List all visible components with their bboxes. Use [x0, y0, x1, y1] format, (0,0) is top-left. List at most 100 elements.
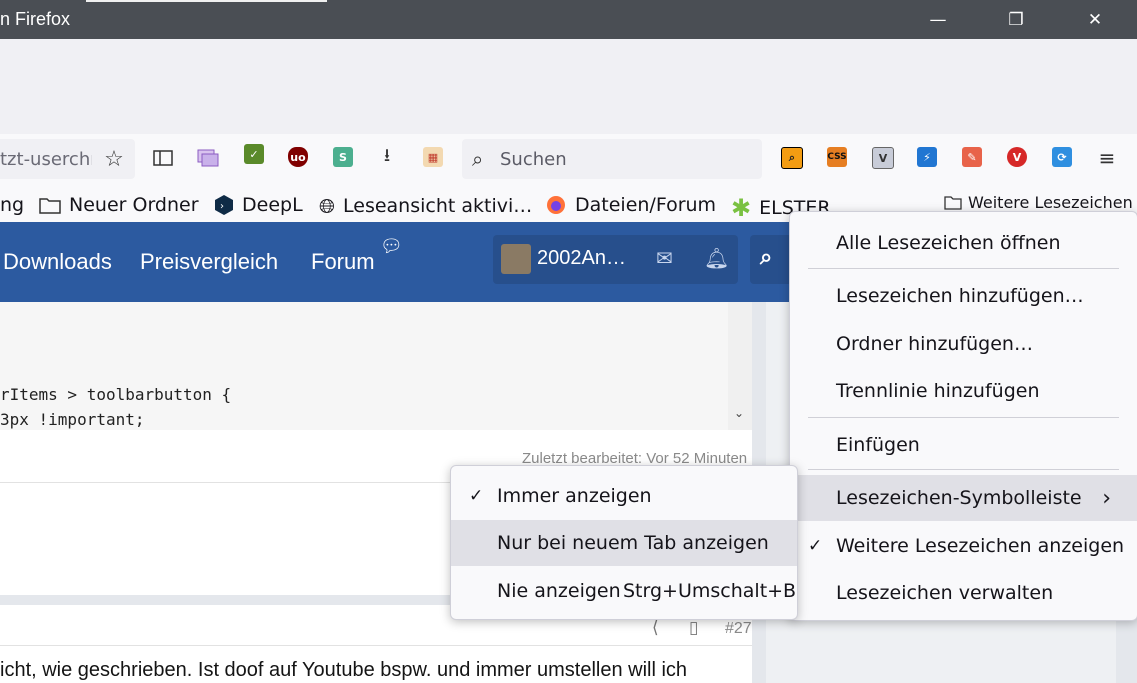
chat-icon: 💬︎: [380, 236, 403, 257]
menu-item-label: Lesezeichen hinzufügen…: [836, 285, 1084, 307]
bookmarks-menu: Alle Lesezeichen öffnen Lesezeichen hinz…: [789, 211, 1137, 621]
bookmark-dateien-forum[interactable]: Dateien/Forum: [545, 194, 716, 216]
menu-item-label: Lesezeichen verwalten: [836, 582, 1054, 604]
minimize-button[interactable]: —: [915, 0, 961, 39]
submenu-item-label: Immer anzeigen: [497, 485, 652, 507]
bookmark-star-icon[interactable]: ☆: [102, 147, 126, 172]
chevron-right-icon: ›: [1102, 485, 1111, 511]
bookmark-label: ng: [0, 194, 25, 216]
submenu-item-new-tab-only[interactable]: Nur bei neuem Tab anzeigen: [451, 520, 797, 566]
search-icon: ⌕: [472, 147, 484, 171]
sidebar-icon[interactable]: [151, 146, 175, 170]
submenu-item-never-show[interactable]: Nie anzeigen Strg+Umschalt+B: [451, 568, 797, 614]
tab-strip: [0, 39, 1137, 134]
submenu-item-label: Nur bei neuem Tab anzeigen: [497, 532, 769, 554]
navigation-toolbar: tzt-userchro ☆ ✓ uo S ⭳ ▦ ⌕ Suchen ⌕ CSS…: [0, 134, 1137, 184]
search-placeholder: Suchen: [500, 149, 567, 170]
active-tab-indicator: [86, 0, 327, 2]
v-extension-icon[interactable]: V: [872, 147, 894, 169]
avatar: [501, 244, 531, 274]
nav-link-forum[interactable]: Forum: [311, 249, 375, 275]
menu-item-label: Alle Lesezeichen öffnen: [836, 232, 1061, 254]
menu-item-add-bookmark[interactable]: Lesezeichen hinzufügen…: [790, 273, 1137, 319]
submenu-item-label: Nie anzeigen: [497, 580, 621, 602]
globe-icon: 🌐︎: [319, 194, 335, 218]
url-bar[interactable]: tzt-userchro ☆: [0, 139, 135, 179]
nav-link-downloads[interactable]: Downloads: [3, 249, 112, 275]
nav-link-preisvergleich[interactable]: Preisvergleich: [140, 249, 278, 275]
zoom-extension-icon[interactable]: ⌕: [781, 147, 803, 169]
menu-item-add-folder[interactable]: Ordner hinzufügen…: [790, 321, 1137, 367]
menu-separator: [808, 417, 1119, 418]
bookmark-label: Neuer Ordner: [69, 194, 199, 216]
divider: [0, 645, 752, 646]
menu-separator: [808, 268, 1119, 269]
s-extension-icon[interactable]: S: [333, 147, 353, 167]
post-number[interactable]: #27: [725, 620, 752, 638]
vivaldi-extension-icon[interactable]: V: [1007, 147, 1027, 167]
ublock-origin-icon[interactable]: uo: [288, 147, 308, 167]
bookmark-label: Leseansicht aktivi…: [343, 195, 533, 217]
search-icon: ⌕: [760, 245, 773, 270]
username: 2002An…: [537, 247, 626, 269]
more-bookmarks-button[interactable]: Weitere Lesezeichen: [944, 193, 1133, 212]
downloads-icon[interactable]: ⭳: [375, 145, 399, 170]
bookmark-label: DeepL: [242, 194, 303, 216]
window-title: n Firefox: [0, 9, 71, 29]
elster-star-icon: ✱: [731, 194, 752, 222]
css-extension-icon[interactable]: CSS: [827, 147, 847, 167]
code-scrollbar[interactable]: ⌄: [728, 302, 752, 430]
title-bar: n Firefox — ❐ ✕: [0, 0, 1137, 39]
bookmark-item[interactable]: ng: [0, 194, 24, 216]
checkmark-extension-icon[interactable]: ✓: [244, 144, 264, 164]
folder-icon: [944, 196, 962, 210]
menu-item-label: Weitere Lesezeichen anzeigen: [836, 535, 1125, 557]
bookmark-folder-neuer-ordner[interactable]: Neuer Ordner: [39, 194, 199, 216]
deepl-icon: ›: [215, 195, 233, 215]
bolt-extension-icon[interactable]: ⚡: [917, 147, 937, 167]
bookmark-label: Dateien/Forum: [575, 194, 717, 216]
url-text: tzt-userchro: [0, 149, 92, 170]
code-line: rItems > toolbarbutton {: [0, 385, 232, 404]
menu-item-label: Lesezeichen-Symbolleiste: [836, 487, 1082, 509]
menu-item-manage-bookmarks[interactable]: Lesezeichen verwalten: [790, 570, 1137, 616]
restore-button[interactable]: ❐: [993, 0, 1039, 39]
shortcut-label: Strg+Umschalt+B: [623, 580, 797, 602]
toolbar-visibility-submenu: ✓ Immer anzeigen Nur bei neuem Tab anzei…: [450, 465, 798, 620]
checkmark-icon: ✓: [469, 486, 484, 506]
menu-item-add-separator[interactable]: Trennlinie hinzufügen: [790, 368, 1137, 414]
submenu-item-always-show[interactable]: ✓ Immer anzeigen: [451, 473, 797, 519]
menu-item-label: Trennlinie hinzufügen: [836, 380, 1040, 402]
bookmark-post-icon[interactable]: ▯: [689, 618, 698, 638]
more-bookmarks-label: Weitere Lesezeichen: [968, 193, 1133, 212]
screenshot-extension-icon[interactable]: ✎: [962, 147, 982, 167]
sync-extension-icon[interactable]: ⟳: [1052, 147, 1072, 167]
close-button[interactable]: ✕: [1072, 0, 1118, 39]
bell-icon[interactable]: 🔔︎: [704, 246, 729, 270]
menu-item-label: Ordner hinzufügen…: [836, 333, 1033, 355]
chevron-down-icon[interactable]: ⌄: [734, 406, 744, 420]
site-navigation: Downloads Preisvergleich Forum 💬︎ 2002An…: [0, 222, 810, 302]
mail-icon[interactable]: ✉: [656, 246, 673, 270]
post-text: icht, wie geschrieben. Ist doof auf Yout…: [0, 659, 688, 681]
user-menu[interactable]: 2002An… ✉ 🔔︎: [493, 235, 738, 284]
menu-item-label: Einfügen: [836, 434, 920, 456]
hamburger-menu-icon[interactable]: ≡: [1095, 146, 1119, 170]
bookmark-deepl[interactable]: › DeepL: [214, 194, 303, 216]
bookmark-leseansicht[interactable]: 🌐︎ Leseansicht aktivi…: [319, 194, 532, 218]
firefox-icon: [547, 196, 565, 214]
folder-icon: [39, 198, 61, 214]
menu-item-bookmarks-toolbar[interactable]: Lesezeichen-Symbolleiste ›: [790, 475, 1137, 521]
menu-item-show-more-bookmarks[interactable]: ✓ Weitere Lesezeichen anzeigen: [790, 523, 1137, 569]
code-line: 3px !important;: [0, 410, 145, 429]
menu-separator: [808, 469, 1119, 470]
checkmark-icon: ✓: [808, 536, 823, 556]
menu-item-paste[interactable]: Einfügen: [790, 422, 1137, 468]
menu-item-open-all[interactable]: Alle Lesezeichen öffnen: [790, 220, 1137, 266]
calendar-extension-icon[interactable]: ▦: [423, 147, 443, 167]
code-block: rItems > toolbarbutton { 3px !important;: [0, 302, 752, 431]
search-bar[interactable]: ⌕ Suchen: [462, 139, 762, 179]
tab-manager-icon[interactable]: [196, 146, 220, 170]
share-icon[interactable]: ⟨: [652, 618, 659, 638]
svg-text:›: ›: [220, 201, 224, 212]
